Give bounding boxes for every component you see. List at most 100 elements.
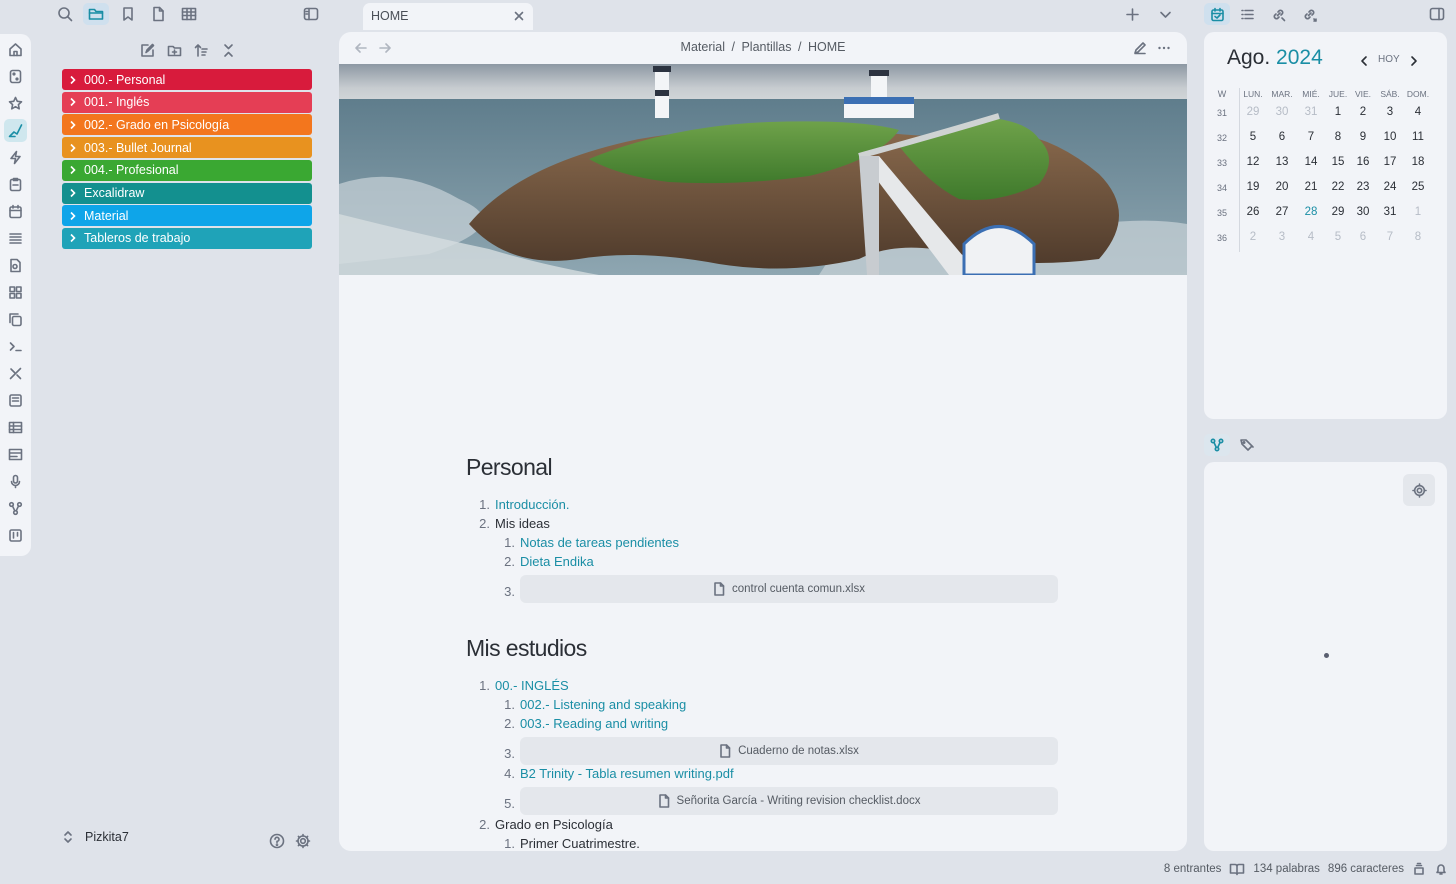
- spreadsheet-icon[interactable]: [4, 416, 27, 439]
- calendar-day[interactable]: 6: [1348, 231, 1378, 243]
- notification-bell-icon[interactable]: [1434, 862, 1448, 876]
- week-number[interactable]: 36: [1214, 233, 1230, 243]
- calendar-day[interactable]: 5: [1238, 131, 1268, 143]
- calendar-day[interactable]: 27: [1267, 206, 1297, 218]
- outline-icon[interactable]: [1235, 3, 1259, 25]
- home-icon[interactable]: [4, 38, 27, 61]
- folder-item[interactable]: 001.- Inglés: [62, 91, 312, 113]
- table-edit-icon[interactable]: [4, 443, 27, 466]
- calendar-day[interactable]: 13: [1267, 156, 1297, 168]
- graph-icon[interactable]: [4, 497, 27, 520]
- bookmark-icon[interactable]: [116, 3, 140, 25]
- tags-icon[interactable]: [1239, 437, 1255, 453]
- grid-icon[interactable]: [4, 281, 27, 304]
- link-introduccion[interactable]: Introducción.: [495, 497, 569, 512]
- sort-icon[interactable]: [191, 40, 211, 60]
- lightning-icon[interactable]: [4, 146, 27, 169]
- outgoing-links-icon[interactable]: [1297, 3, 1321, 25]
- today-button[interactable]: HOY: [1378, 54, 1400, 65]
- calendar-day[interactable]: 14: [1296, 156, 1326, 168]
- local-graph-tab-icon[interactable]: [1204, 434, 1230, 456]
- graph-node[interactable]: [1324, 653, 1329, 658]
- star-icon[interactable]: [4, 92, 27, 115]
- sidebar-right-toggle-icon[interactable]: [1425, 3, 1449, 25]
- vault-switcher[interactable]: Pizkita7: [62, 830, 129, 844]
- calendar-day[interactable]: 4: [1296, 231, 1326, 243]
- link-dieta-endika[interactable]: Dieta Endika: [520, 554, 594, 569]
- calendar-day[interactable]: 26: [1238, 206, 1268, 218]
- calendar-day[interactable]: 29: [1238, 106, 1268, 118]
- chevron-down-icon[interactable]: [1158, 7, 1173, 22]
- calendar-day[interactable]: 12: [1238, 156, 1268, 168]
- book-icon[interactable]: [1229, 862, 1245, 876]
- calendar-day[interactable]: 7: [1375, 231, 1405, 243]
- list-icon[interactable]: [4, 227, 27, 250]
- week-number[interactable]: 34: [1214, 183, 1230, 193]
- excalidraw-icon[interactable]: [4, 119, 27, 142]
- board-icon[interactable]: [4, 524, 27, 547]
- calendar-day[interactable]: 30: [1267, 106, 1297, 118]
- week-number[interactable]: 35: [1214, 208, 1230, 218]
- calendar-day[interactable]: 4: [1403, 106, 1433, 118]
- calendar-day[interactable]: 18: [1403, 156, 1433, 168]
- clipboard-icon[interactable]: [4, 173, 27, 196]
- search-icon[interactable]: [53, 3, 77, 25]
- calendar-day[interactable]: 8: [1403, 231, 1433, 243]
- file-embed[interactable]: Señorita García - Writing revision check…: [520, 787, 1058, 815]
- table-icon[interactable]: [177, 3, 201, 25]
- calendar-day[interactable]: 17: [1375, 156, 1405, 168]
- calendar-day[interactable]: 6: [1267, 131, 1297, 143]
- week-number[interactable]: 31: [1214, 108, 1230, 118]
- close-icon[interactable]: [513, 10, 525, 22]
- link-reading[interactable]: 003.- Reading and writing: [520, 716, 668, 731]
- calendar-day[interactable]: 30: [1348, 206, 1378, 218]
- microphone-icon[interactable]: [4, 470, 27, 493]
- calendar-day[interactable]: 2: [1348, 106, 1378, 118]
- terminal-icon[interactable]: [4, 335, 27, 358]
- more-options-icon[interactable]: [1157, 41, 1171, 55]
- breadcrumb-plantillas[interactable]: Plantillas: [741, 40, 791, 54]
- chevron-right-icon[interactable]: [1408, 55, 1420, 67]
- collapse-all-icon[interactable]: [218, 40, 238, 60]
- file-embed[interactable]: Cuaderno de notas.xlsx: [520, 737, 1058, 765]
- calendar-day[interactable]: 23: [1348, 181, 1378, 193]
- calendar-day[interactable]: 2: [1238, 231, 1268, 243]
- calendar-day[interactable]: 19: [1238, 181, 1268, 193]
- link-b2-trinity[interactable]: B2 Trinity - Tabla resumen writing.pdf: [520, 766, 734, 781]
- folder-item[interactable]: 004.- Profesional: [62, 159, 312, 181]
- calendar-day[interactable]: 3: [1267, 231, 1297, 243]
- calendar-day[interactable]: 3: [1375, 106, 1405, 118]
- kanban-icon[interactable]: [4, 389, 27, 412]
- folder-item[interactable]: Excalidraw: [62, 182, 312, 204]
- folder-item[interactable]: 003.- Bullet Journal: [62, 137, 312, 159]
- tools-icon[interactable]: [4, 362, 27, 385]
- tab-home[interactable]: HOME: [363, 3, 533, 30]
- file-search-icon[interactable]: [4, 254, 27, 277]
- link-ingles[interactable]: 00.- INGLÉS: [495, 678, 569, 693]
- edit-pencil-icon[interactable]: [1133, 41, 1147, 55]
- backlinks-count[interactable]: 8 entrantes: [1164, 863, 1222, 875]
- copy-icon[interactable]: [4, 308, 27, 331]
- dice-icon[interactable]: [4, 65, 27, 88]
- file-icon[interactable]: [146, 3, 170, 25]
- settings-gear-icon[interactable]: [295, 833, 311, 849]
- file-embed[interactable]: control cuenta comun.xlsx: [520, 575, 1058, 603]
- help-icon[interactable]: [269, 833, 285, 849]
- calendar-day[interactable]: 31: [1375, 206, 1405, 218]
- calendar-day[interactable]: 20: [1267, 181, 1297, 193]
- calendar-day[interactable]: 25: [1403, 181, 1433, 193]
- calendar-day[interactable]: 1: [1403, 206, 1433, 218]
- folder-item[interactable]: 002.- Grado en Psicología: [62, 114, 312, 136]
- calendar-day[interactable]: 9: [1348, 131, 1378, 143]
- calendar-day[interactable]: 31: [1296, 106, 1326, 118]
- calendar-view-icon[interactable]: [1204, 3, 1230, 25]
- folder-item[interactable]: 000.- Personal: [62, 69, 312, 90]
- calendar-day[interactable]: 7: [1296, 131, 1326, 143]
- new-note-icon[interactable]: [137, 40, 157, 60]
- link-listening[interactable]: 002.- Listening and speaking: [520, 697, 686, 712]
- folder-item[interactable]: Material: [62, 205, 312, 227]
- chevron-left-icon[interactable]: [1358, 55, 1370, 67]
- backlinks-icon[interactable]: [1266, 3, 1290, 25]
- breadcrumb-material[interactable]: Material: [681, 40, 725, 54]
- calendar-day[interactable]: 21: [1296, 181, 1326, 193]
